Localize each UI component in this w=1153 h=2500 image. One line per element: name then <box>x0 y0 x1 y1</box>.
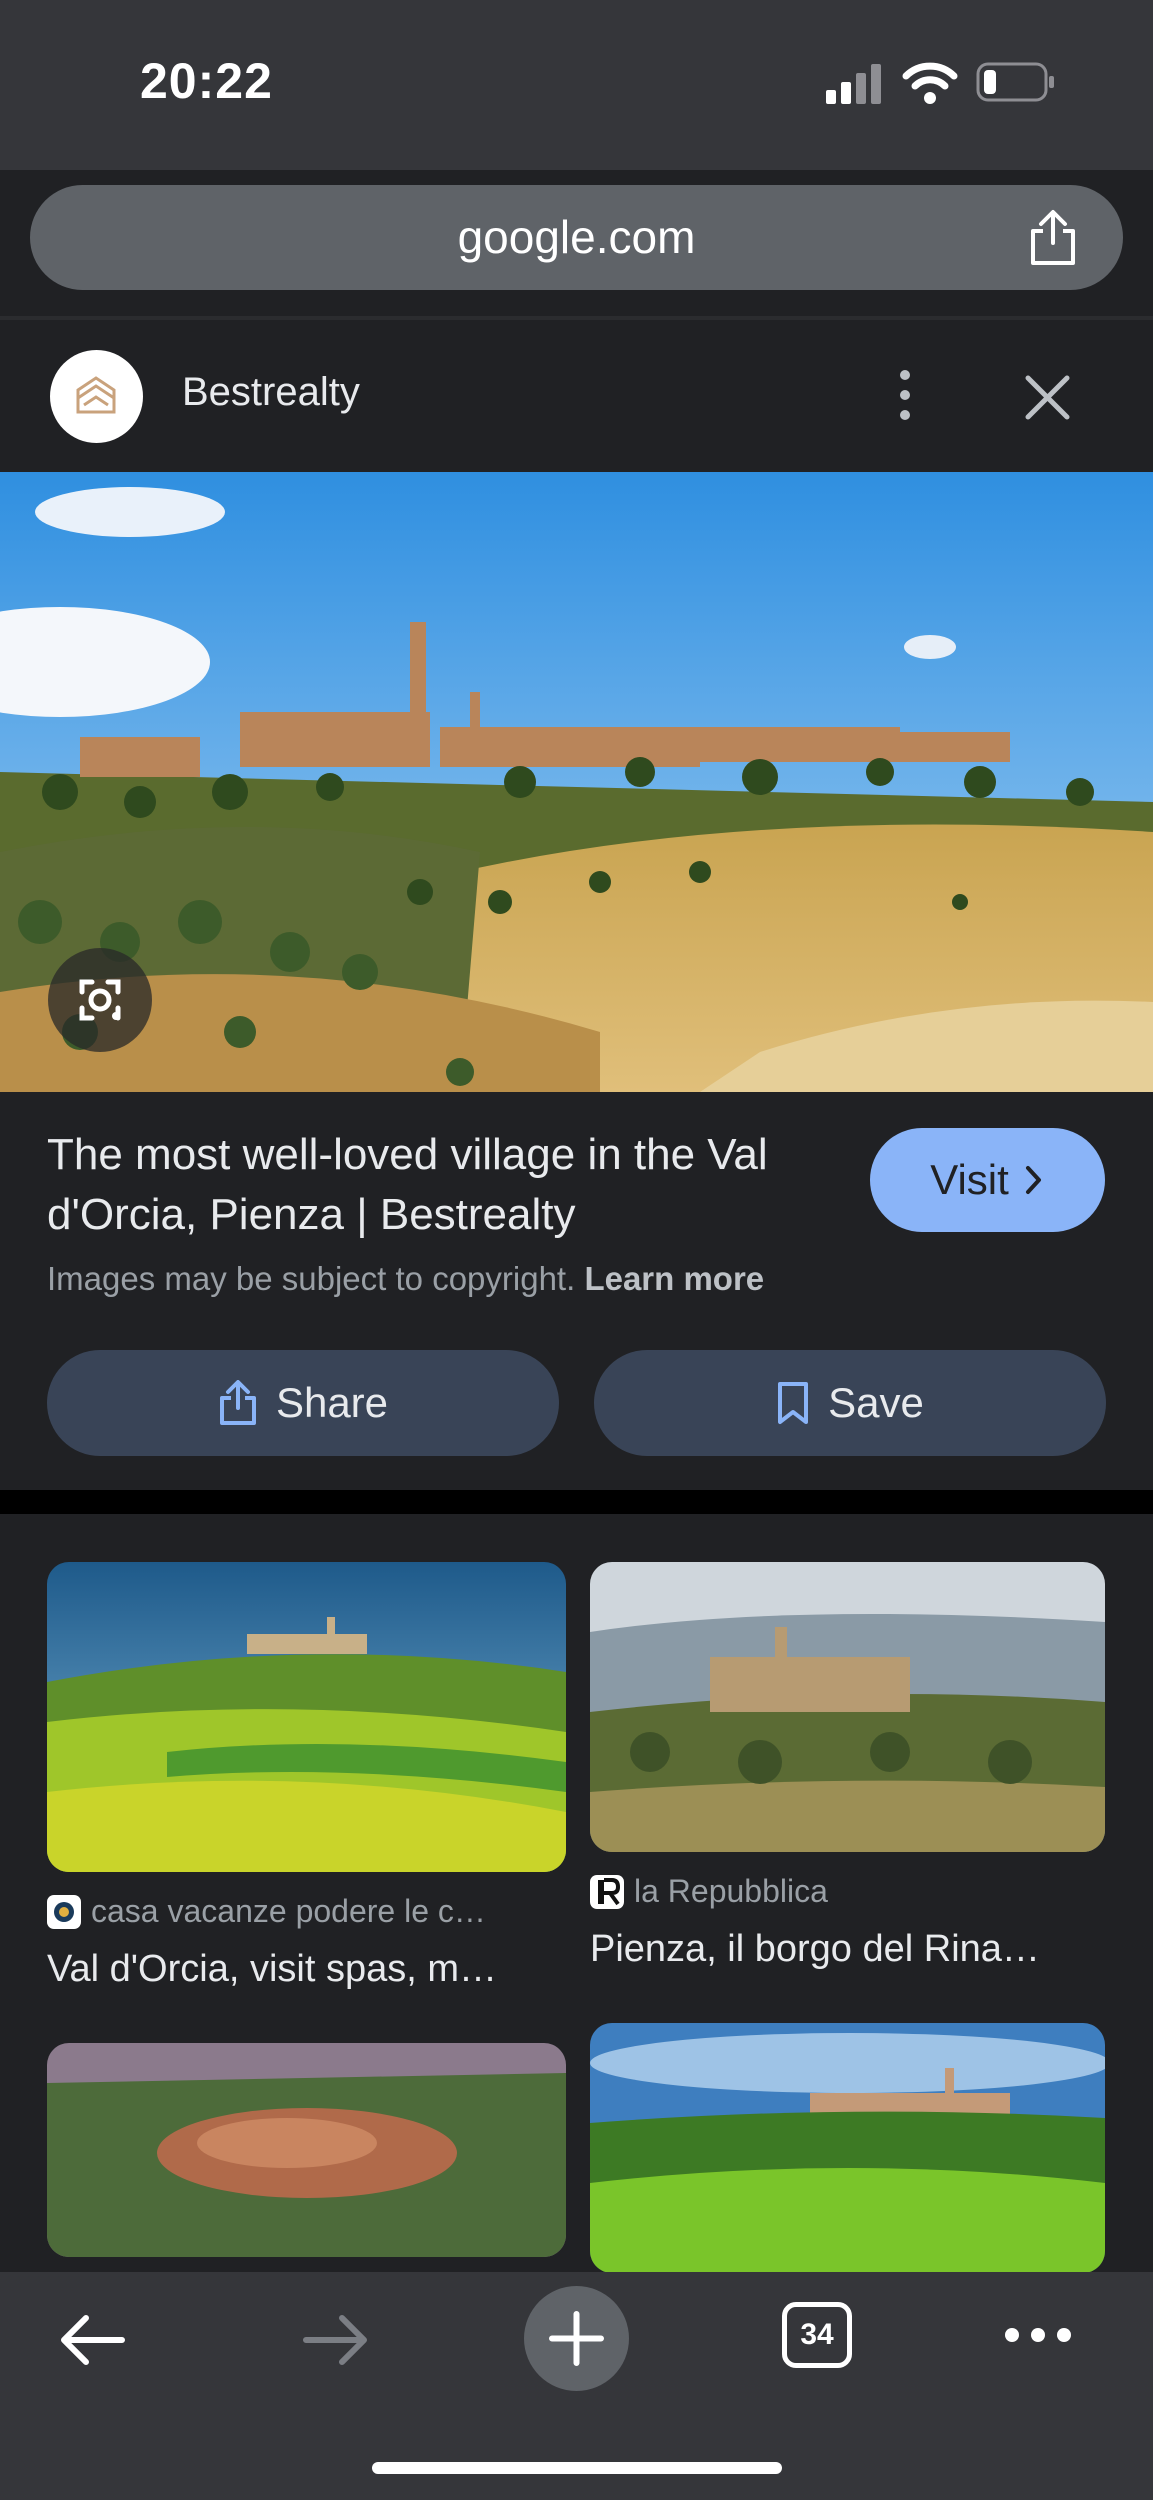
back-arrow-icon[interactable] <box>58 2312 128 2368</box>
copyright-text: Images may be subject to copyright. <box>47 1260 576 1297</box>
save-label: Save <box>828 1379 924 1426</box>
related-image-thumbnail[interactable] <box>47 2043 566 2257</box>
result-source[interactable]: la Repubblica <box>590 1873 828 1910</box>
site-favicon[interactable] <box>50 350 143 443</box>
preview-image[interactable] <box>0 472 1153 1092</box>
val-dorcia-image <box>47 1562 566 1872</box>
share-label: Share <box>275 1379 389 1426</box>
repubblica-logo-icon <box>590 1874 624 1909</box>
home-indicator[interactable] <box>372 2462 782 2474</box>
plus-icon <box>549 2311 604 2366</box>
pienza-village-image <box>590 1562 1105 1852</box>
result-title[interactable]: The most well-loved village in the Val d… <box>47 1125 827 1245</box>
chevron-right-icon <box>1025 1166 1041 1194</box>
result-caption[interactable]: Pienza, il borgo del Rina… <box>590 1928 1040 1971</box>
pienza-green-hills-image <box>590 2023 1105 2273</box>
site-name[interactable]: Bestrealty <box>182 370 360 415</box>
visit-label: Visit <box>930 1156 1009 1203</box>
wifi-icon <box>902 62 958 104</box>
share-icon <box>219 1380 256 1425</box>
address-bar[interactable]: google.com <box>30 185 1123 290</box>
panel-header <box>0 320 1153 472</box>
result-source[interactable]: casa vacanze podere le c… <box>47 1893 486 1930</box>
signal-icon <box>826 64 881 104</box>
lens-icon <box>79 979 121 1021</box>
share-button[interactable]: Share <box>47 1350 559 1456</box>
tab-switcher-button[interactable]: 34 <box>782 2302 852 2368</box>
visit-button[interactable]: Visit <box>870 1128 1105 1232</box>
pienza-landscape-image <box>0 472 1153 1092</box>
bookmark-icon <box>778 1382 809 1424</box>
share-icon[interactable] <box>1023 207 1083 267</box>
source-name: la Repubblica <box>634 1873 828 1909</box>
related-image-thumbnail[interactable] <box>47 1562 566 1872</box>
section-divider <box>0 1490 1153 1514</box>
aerial-pienza-image <box>47 2043 566 2257</box>
forward-arrow-icon[interactable] <box>300 2312 370 2368</box>
new-tab-button[interactable] <box>524 2286 629 2391</box>
source-favicon-icon <box>47 1894 81 1929</box>
url-text: google.com <box>457 211 696 263</box>
more-menu-icon[interactable] <box>1002 2322 1074 2348</box>
close-icon[interactable] <box>1020 370 1075 425</box>
google-lens-button[interactable] <box>48 948 152 1052</box>
learn-more-link[interactable]: Learn more <box>584 1260 764 1297</box>
battery-icon <box>976 62 1054 102</box>
copyright-notice: Images may be subject to copyright. Lear… <box>47 1260 764 1298</box>
bestrealty-logo-icon <box>76 376 116 414</box>
result-caption[interactable]: Val d'Orcia, visit spas, m… <box>47 1948 497 1991</box>
source-name: casa vacanze podere le c… <box>91 1893 486 1929</box>
related-image-thumbnail[interactable] <box>590 1562 1105 1852</box>
save-button[interactable]: Save <box>594 1350 1106 1456</box>
more-options-icon[interactable] <box>890 365 920 425</box>
status-time: 20:22 <box>140 53 273 109</box>
status-bar: 20:22 <box>0 0 1153 170</box>
related-image-thumbnail[interactable] <box>590 2023 1105 2273</box>
